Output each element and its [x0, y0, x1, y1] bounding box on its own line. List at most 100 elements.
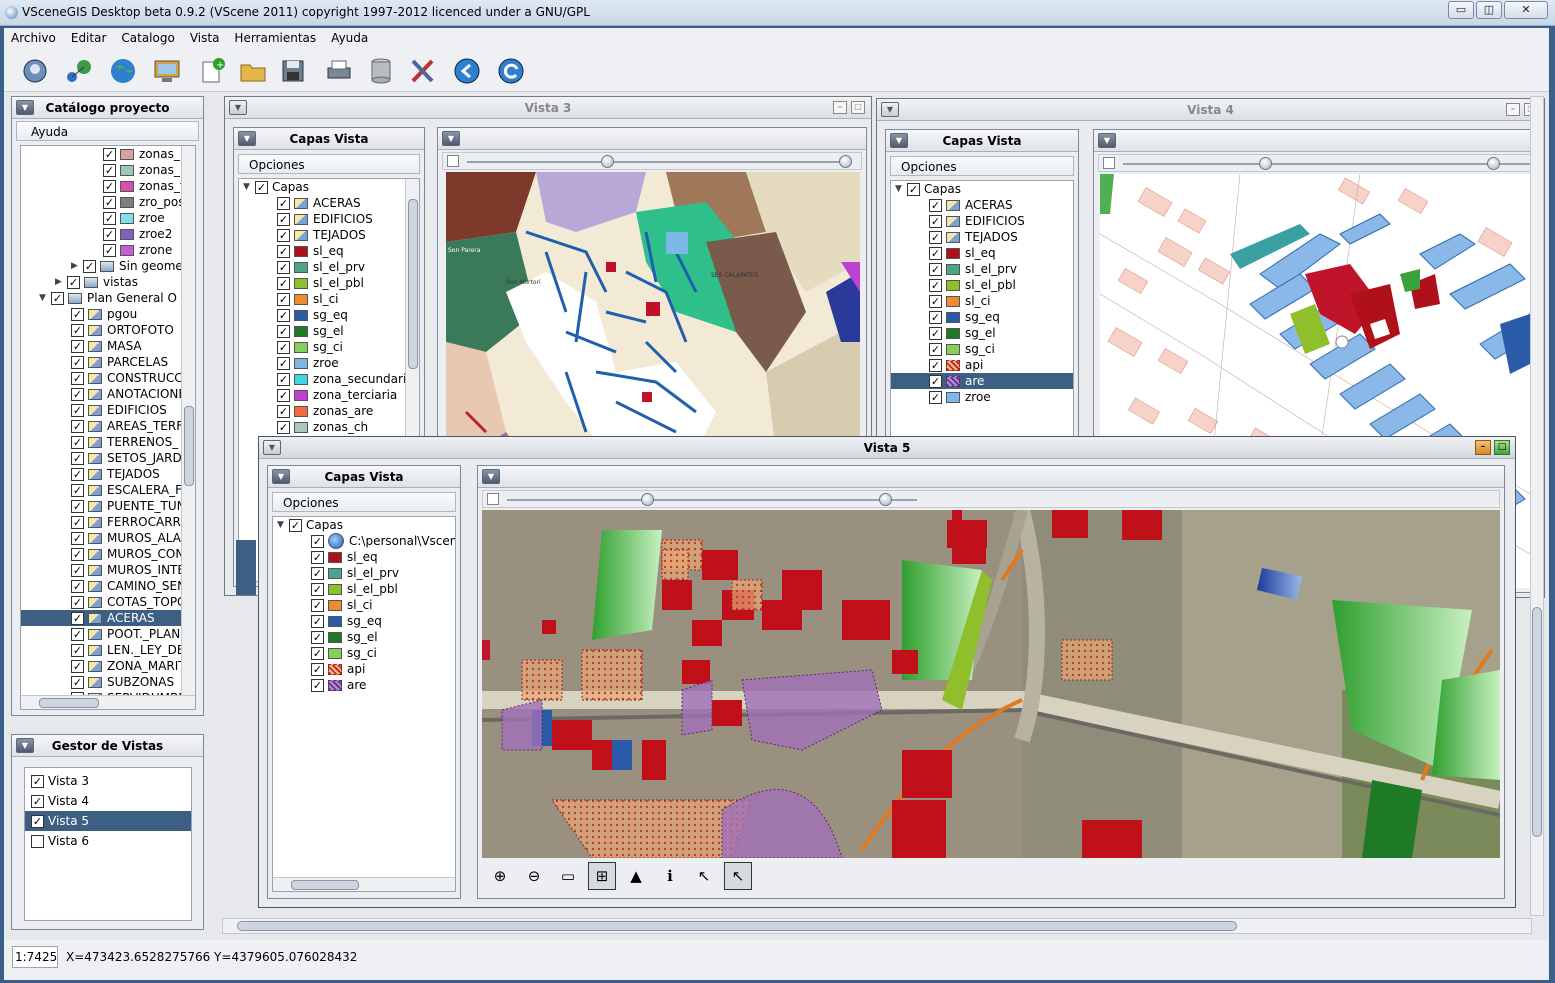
vista5-maximize-button[interactable]: □ [1494, 440, 1510, 455]
layer-row[interactable]: ✓ EDIFICIOS [21, 402, 195, 418]
close-button[interactable]: ✕ [1504, 1, 1548, 19]
vista5-minimize-button[interactable]: – [1475, 440, 1491, 455]
layer-checkbox[interactable]: ✓ [71, 435, 84, 449]
layer-checkbox[interactable]: ✓ [255, 180, 268, 194]
layer-row[interactable]: ✓ ACERAS [891, 197, 1073, 213]
layer-checkbox[interactable]: ✓ [929, 278, 942, 292]
expand-arrow-icon[interactable]: ▼ [243, 182, 255, 192]
layer-checkbox[interactable]: ✓ [929, 358, 942, 372]
layer-row[interactable]: ✓ MUROS_ALAN [21, 530, 195, 546]
layer-row[interactable]: ✓ EDIFICIOS [891, 213, 1073, 229]
open-folder-icon[interactable] [236, 54, 270, 88]
layer-row[interactable]: ✓ sl_el_prv [239, 259, 419, 275]
layer-row[interactable]: ✓ sl_ci [891, 293, 1073, 309]
collapse-arrow-icon[interactable]: ▶ [71, 261, 83, 271]
view-list-item[interactable]: ✓ Vista 5 [25, 811, 191, 831]
layer-checkbox[interactable]: ✓ [71, 355, 84, 369]
view-checkbox[interactable]: ✓ [31, 774, 44, 788]
layer-row[interactable]: ✓ sl_ci [239, 291, 419, 307]
catalog-tree[interactable]: ✓ zonas_ ✓ zonas_ ✓ zonas_t ✓ zro_pos ✓ zroe ✓ zroe… [20, 145, 196, 710]
layer-row[interactable]: ✓ PUENTE_TUN [21, 498, 195, 514]
menu-archivo[interactable]: Archivo [4, 28, 64, 45]
layer-row[interactable]: ▶ ✓ vistas [21, 274, 195, 290]
layer-checkbox[interactable]: ✓ [311, 678, 324, 692]
layer-checkbox[interactable]: ✓ [71, 403, 84, 417]
layer-row[interactable]: ✓ TEJADOS [239, 227, 419, 243]
layer-checkbox[interactable]: ✓ [289, 518, 302, 532]
layer-checkbox[interactable]: ✓ [277, 228, 290, 242]
layer-row[interactable]: ✓ ANOTACIONE [21, 386, 195, 402]
layer-row[interactable]: ✓ sg_ci [891, 341, 1073, 357]
layer-checkbox[interactable]: ✓ [51, 291, 64, 305]
layer-checkbox[interactable]: ✓ [929, 262, 942, 276]
layer-row[interactable]: ✓ EDIFICIOS [239, 211, 419, 227]
layer-row[interactable]: ✓ api [891, 357, 1073, 373]
catalog-menu-ayuda[interactable]: Ayuda [16, 121, 199, 141]
layer-checkbox[interactable]: ✓ [277, 244, 290, 258]
layer-checkbox[interactable]: ✓ [277, 404, 290, 418]
layer-checkbox[interactable]: ✓ [929, 390, 942, 404]
layer-row[interactable]: ✓ sg_eq [273, 613, 455, 629]
layer-checkbox[interactable]: ✓ [71, 467, 84, 481]
layer-row[interactable]: ✓ TEJADOS [21, 466, 195, 482]
vista5-map-dropdown[interactable]: ▼ [482, 469, 500, 484]
desktop-vertical-scrollbar[interactable] [1530, 96, 1544, 916]
view-checkbox[interactable]: ✓ [31, 814, 44, 828]
layer-row[interactable]: ✓ sl_eq [891, 245, 1073, 261]
layer-checkbox[interactable]: ✓ [103, 179, 116, 193]
layer-checkbox[interactable]: ✓ [277, 196, 290, 210]
view-list-item[interactable]: ✓ Vista 4 [25, 791, 191, 811]
vista5-opciones[interactable]: Opciones [272, 492, 456, 512]
globe-icon[interactable] [106, 54, 140, 88]
layer-row[interactable]: ✓ sl_eq [273, 549, 455, 565]
menu-herramientas[interactable]: Herramientas [227, 28, 324, 45]
layer-row[interactable]: ✓ sg_el [273, 629, 455, 645]
zoom-out-icon[interactable]: ⊖ [520, 862, 548, 890]
layer-row[interactable]: ✓ zona_secundari [239, 371, 419, 387]
layer-row[interactable]: ✓ are [273, 677, 455, 693]
maximize-button[interactable]: ◫ [1476, 1, 1502, 19]
zoom-box-icon[interactable]: ⊞ [588, 862, 616, 890]
layer-row[interactable]: ✓ zroe2 [21, 226, 195, 242]
layer-checkbox[interactable]: ✓ [71, 531, 84, 545]
layer-checkbox[interactable]: ✓ [103, 147, 116, 161]
layer-row[interactable]: ✓ TERRENOS_ [21, 434, 195, 450]
layer-row[interactable]: ✓ sg_eq [239, 307, 419, 323]
view-list-item[interactable]: ✓ Vista 3 [25, 771, 191, 791]
view-checkbox[interactable]: ✓ [31, 794, 44, 808]
layer-row[interactable]: ✓ CAMINO_SEN [21, 578, 195, 594]
layer-row[interactable]: ✓ C:\personal\Vscen [273, 533, 455, 549]
menu-ayuda[interactable]: Ayuda [324, 28, 376, 45]
pointer-icon[interactable]: ↖ [724, 862, 752, 890]
layer-checkbox[interactable]: ✓ [71, 451, 84, 465]
layer-checkbox[interactable]: ✓ [277, 324, 290, 338]
layer-row[interactable]: ✓ sl_ci [273, 597, 455, 613]
layer-row[interactable]: ✓ sl_el_pbl [891, 277, 1073, 293]
layer-checkbox[interactable]: ✓ [277, 308, 290, 322]
layers-root[interactable]: ▼ ✓ Capas [239, 179, 419, 195]
layer-checkbox[interactable]: ✓ [311, 598, 324, 612]
layer-checkbox[interactable]: ✓ [311, 630, 324, 644]
vista4-opciones[interactable]: Opciones [890, 156, 1074, 176]
image-icon[interactable]: ▲ [622, 862, 650, 890]
layer-row[interactable]: ✓ zonas_ [21, 146, 195, 162]
layer-row[interactable]: ✓ MUROS_CON [21, 546, 195, 562]
layer-row[interactable]: ✓ ZONA_MARIT [21, 658, 195, 674]
gestor-list[interactable]: ✓ Vista 3 ✓ Vista 4 ✓ Vista 5 Vista 6 [24, 767, 192, 921]
layer-row[interactable]: ✓ zonas_are [239, 403, 419, 419]
expand-arrow-icon[interactable]: ▼ [277, 520, 289, 530]
layer-row[interactable]: ✓ sl_el_pbl [273, 581, 455, 597]
full-extent-icon[interactable]: ▭ [554, 862, 582, 890]
layer-checkbox[interactable]: ✓ [71, 371, 84, 385]
layer-checkbox[interactable]: ✓ [71, 675, 84, 689]
layer-checkbox[interactable]: ✓ [71, 595, 84, 609]
layer-checkbox[interactable]: ✓ [71, 611, 84, 625]
vista4-minimize-button[interactable]: – [1506, 103, 1520, 116]
info-icon[interactable]: ℹ [656, 862, 684, 890]
view-list-item[interactable]: Vista 6 [25, 831, 191, 851]
vista5-capas-dropdown[interactable]: ▼ [272, 469, 290, 484]
refresh-icon[interactable] [494, 54, 528, 88]
vista5-layer-horizontal-scrollbar[interactable] [273, 877, 455, 891]
layer-checkbox[interactable]: ✓ [71, 323, 84, 337]
layer-checkbox[interactable]: ✓ [71, 659, 84, 673]
